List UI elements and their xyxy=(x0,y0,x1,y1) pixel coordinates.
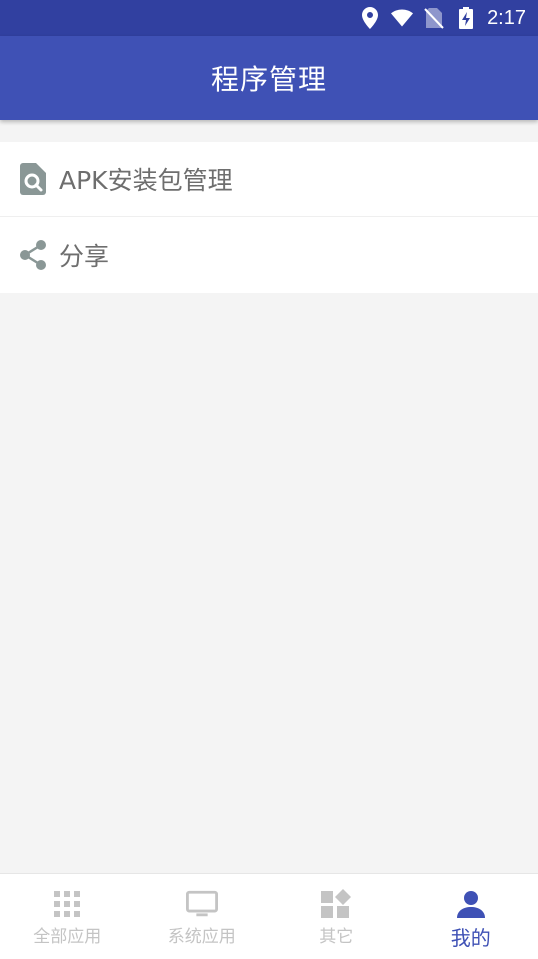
menu-item-apk-manager[interactable]: APK安装包管理 xyxy=(0,142,538,217)
app-bar: 程序管理 xyxy=(0,36,538,120)
nav-item-other[interactable]: 其它 xyxy=(269,874,404,959)
widgets-icon xyxy=(320,888,352,920)
battery-charging-icon xyxy=(455,7,477,29)
nav-item-system-apps[interactable]: 系统应用 xyxy=(135,874,270,959)
page-title: 程序管理 xyxy=(211,58,327,98)
bottom-nav: 全部应用 系统应用 其它 我的 xyxy=(0,873,538,959)
nav-label: 其它 xyxy=(319,922,353,947)
menu-item-share[interactable]: 分享 xyxy=(0,217,538,293)
nav-label: 全部应用 xyxy=(33,922,101,947)
share-icon xyxy=(18,238,48,272)
wifi-icon xyxy=(391,7,413,29)
location-icon xyxy=(359,7,381,29)
monitor-icon xyxy=(186,888,218,920)
grid-icon xyxy=(51,888,83,920)
status-bar: 2:17 xyxy=(0,0,538,36)
nav-item-mine[interactable]: 我的 xyxy=(404,874,538,959)
menu-item-label: 分享 xyxy=(59,237,109,273)
nav-label: 系统应用 xyxy=(168,922,236,947)
apk-search-icon xyxy=(18,162,48,196)
person-icon xyxy=(455,888,487,920)
status-time: 2:17 xyxy=(487,7,526,30)
no-sim-icon xyxy=(423,7,445,29)
menu-item-label: APK安装包管理 xyxy=(59,161,233,197)
nav-item-all-apps[interactable]: 全部应用 xyxy=(0,874,135,959)
menu-list: APK安装包管理 分享 xyxy=(0,142,538,293)
nav-label: 我的 xyxy=(451,922,491,951)
